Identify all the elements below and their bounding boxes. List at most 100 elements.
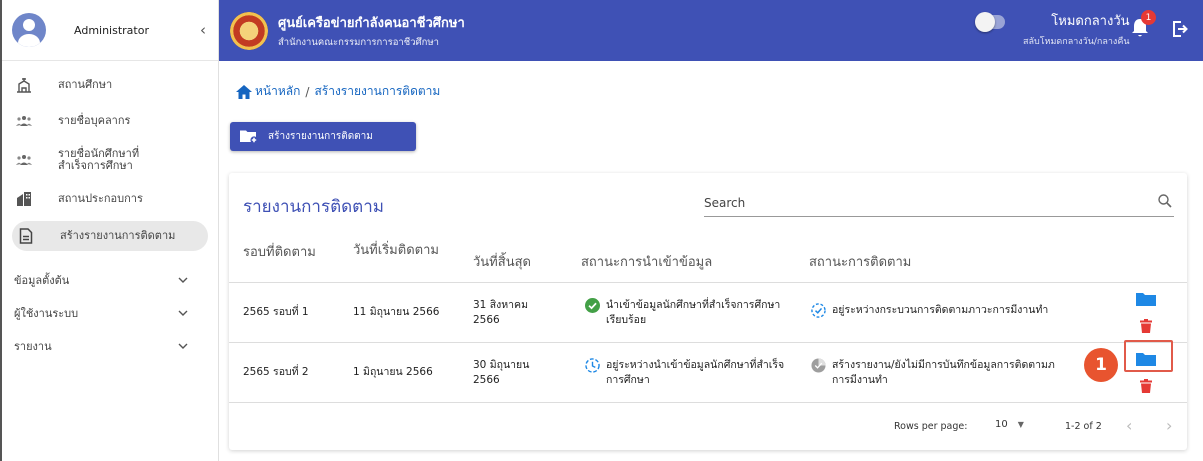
document-icon [18,228,34,244]
tracking-status-line1: อยู่ระหว่างกระบวนการติดตามภาวะการมีงานทำ [832,303,1049,316]
sidebar-item-establishments[interactable]: สถานประกอบการ [2,181,208,217]
column-header-start-date[interactable]: วันที่เริ่มติดตาม [353,239,439,260]
mode-sub-label: สลับโหมดกลางวัน/กลางคืน [1023,37,1130,47]
rows-per-page-label: Rows per page: [894,421,968,432]
chevron-right-icon[interactable]: › [1166,416,1172,435]
people-icon [16,152,32,168]
report-card: รายงานการติดตาม รอบที่ติดตาม วันที่เริ่ม… [229,173,1187,450]
pie-progress-icon [811,358,826,378]
rows-per-page-value: 10 [995,419,1008,430]
sidebar-item-label: รายชื่อบุคลากร [58,113,131,127]
end-date-line2: 2566 [473,374,500,386]
rows-per-page-select[interactable]: 10 ▼ [995,419,1024,430]
sidebar-group-basic-data[interactable]: ข้อมูลตั้งต้น [2,263,218,296]
table-row: 2565 รอบที่ 1 11 มิถุนายน 2566 31 สิงหาค… [229,283,1187,343]
mode-text: โหมดกลางวัน สลับโหมดกลางวัน/กลางคืน [1023,10,1130,48]
import-status-line2: เรียบร้อย [606,314,647,326]
import-status-line1: นำเข้าข้อมูลนักศึกษาที่สำเร็จการศึกษา [606,298,781,311]
annotation-marker: 1 [1084,348,1118,382]
organization-logo [230,11,268,50]
breadcrumb-current: สร้างรายงานการติดตาม [314,84,441,98]
column-header-round[interactable]: รอบที่ติดตาม [243,241,316,262]
import-status-line2: การศึกษา [606,374,650,386]
header-title-block: ศูนย์เครือข่ายกำลังคนอาชีวศึกษา สำนักงาน… [278,12,465,50]
column-header-import-status[interactable]: สถานะการนำเข้าข้อมูล [581,251,712,272]
clock-progress-icon [585,358,600,378]
sidebar-group-label: ข้อมูลตั้งต้น [14,273,70,287]
cell-end-date: 30 มิถุนายน 2566 [473,343,529,403]
table-header: รอบที่ติดตาม วันที่เริ่มติดตาม วันที่สิ้… [229,231,1187,283]
sidebar-item-personnel[interactable]: รายชื่อบุคลากร [2,103,208,139]
people-icon [16,113,32,129]
chevron-left-icon[interactable]: ‹ [1126,416,1132,435]
top-bar: ศูนย์เครือข่ายกำลังคนอาชีวศึกษา สำนักงาน… [219,0,1203,61]
school-icon [16,77,32,93]
avatar[interactable] [12,13,46,47]
annotation-highlight-box [1124,340,1173,372]
search-icon[interactable] [1158,193,1172,212]
table-row: 2565 รอบที่ 2 1 มิถุนายน 2566 30 มิถุนาย… [229,343,1187,403]
day-night-toggle[interactable] [975,12,1005,32]
cell-tracking-status: สร้างรายงาน/ยังไม่มีการบันทึกข้อมูลการติ… [811,343,1091,403]
sidebar-nav: สถานศึกษา รายชื่อบุคลากร รายชื่อนักศึกษา… [2,61,218,362]
sidebar-item-graduates[interactable]: รายชื่อนักศึกษาที่สำเร็จการศึกษา [2,139,208,181]
logout-icon[interactable] [1172,20,1188,42]
cell-import-status: นำเข้าข้อมูลนักศึกษาที่สำเร็จการศึกษาเรี… [585,283,805,343]
column-header-tracking-status[interactable]: สถานะการติดตาม [809,251,911,272]
folder-icon[interactable] [1136,291,1156,310]
user-name: Administrator [74,23,149,37]
card-title: รายงานการติดตาม [243,197,384,217]
tracking-status-line2: การมีงานทำ [832,374,888,386]
theme-mode: โหมดกลางวัน สลับโหมดกลางวัน/กลางคืน [975,10,1130,48]
tracking-status-line1: สร้างรายงาน/ยังไม่มีการบันทึกข้อมูลการติ… [832,358,1055,371]
row-actions [1129,283,1169,343]
trash-icon[interactable] [1140,319,1152,336]
table-footer: Rows per page: 10 ▼ 1-2 of 2 ‹ › [229,403,1187,450]
chevron-down-icon [178,306,188,319]
create-report-label: สร้างรายงานการติดตาม [268,131,373,142]
bell-icon[interactable]: 1 [1131,10,1156,42]
import-status-line1: อยู่ระหว่างนำเข้าข้อมูลนักศึกษาที่สำเร็จ [606,358,785,371]
sidebar-group-label: ผู้ใช้งานระบบ [14,306,79,320]
cell-start-date: 11 มิถุนายน 2566 [353,306,440,319]
notification-badge: 1 [1141,10,1156,25]
app-subtitle: สำนักงานคณะกรรมการการอาชีวศึกษา [278,36,439,48]
check-circle-icon [585,297,600,318]
search-input[interactable] [704,195,1158,210]
end-date-line1: 30 มิถุนายน [473,358,530,371]
cell-start-date: 1 มิถุนายน 2566 [353,366,433,379]
sidebar-header: Administrator ‹ [2,0,218,61]
cell-import-status: อยู่ระหว่างนำเข้าข้อมูลนักศึกษาที่สำเร็จ… [585,343,805,403]
sidebar-group-reports[interactable]: รายงาน [2,329,218,362]
cell-round: 2565 รอบที่ 2 [243,366,309,379]
column-header-end-date[interactable]: วันที่สิ้นสุด [473,251,531,272]
pagination-range: 1-2 of 2 [1065,421,1102,432]
create-report-button[interactable]: สร้างรายงานการติดตาม [230,122,416,151]
sidebar-item-label: สถานศึกษา [58,77,113,91]
sidebar-item-schools[interactable]: สถานศึกษา [2,67,208,103]
cell-tracking-status: อยู่ระหว่างกระบวนการติดตามภาวะการมีงานทำ [811,283,1111,343]
app-title: ศูนย์เครือข่ายกำลังคนอาชีวศึกษา [278,15,465,31]
sidebar-item-label: สร้างรายงานการติดตาม [60,228,176,242]
mode-label: โหมดกลางวัน [1051,14,1130,29]
chevron-down-icon [178,339,188,352]
home-icon[interactable] [236,84,252,99]
breadcrumb-home[interactable]: หน้าหลัก [255,82,300,101]
sidebar-item-label: สถานประกอบการ [58,191,143,205]
sidebar-item-create-report[interactable]: สร้างรายงานการติดตาม [12,221,208,251]
cell-round: 2565 รอบที่ 1 [243,306,309,319]
search-box [704,189,1174,217]
building-icon [16,191,32,207]
cell-end-date: 31 สิงหาคม 2566 [473,283,528,343]
trash-icon[interactable] [1140,379,1152,396]
in-progress-icon [811,303,826,323]
breadcrumb: หน้าหลัก / สร้างรายงานการติดตาม [236,82,440,101]
sidebar-item-label: รายชื่อนักศึกษาที่สำเร็จการศึกษา [58,146,140,172]
folder-add-icon [240,129,258,144]
chevron-left-icon[interactable]: ‹ [200,21,206,39]
caret-down-icon: ▼ [1017,420,1024,429]
sidebar-group-users[interactable]: ผู้ใช้งานระบบ [2,296,218,329]
chevron-down-icon [178,273,188,286]
end-date-line1: 31 สิงหาคม [473,298,528,311]
